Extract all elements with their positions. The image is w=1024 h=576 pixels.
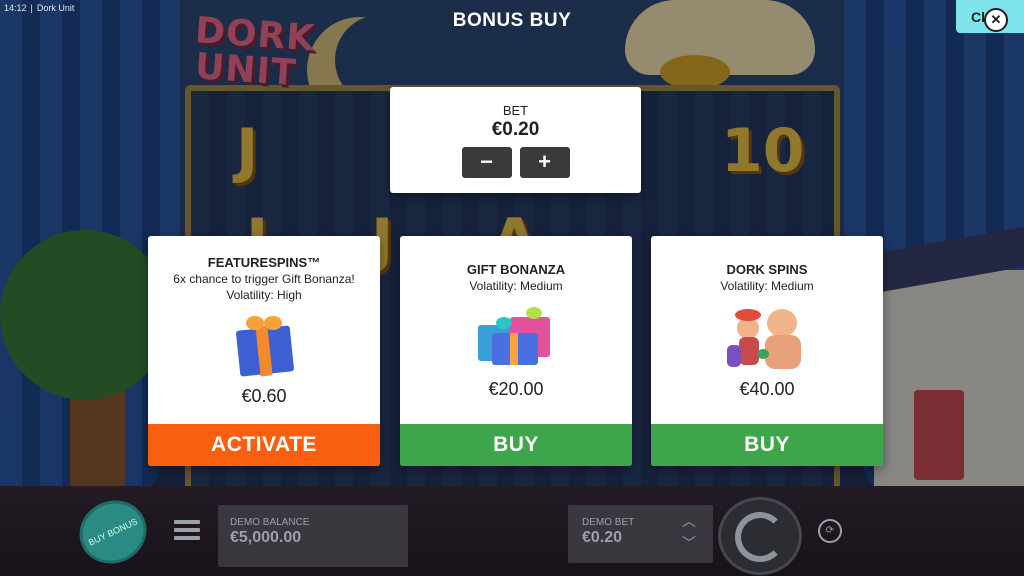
buy-bonus-label: BUY BONUS [86, 516, 140, 548]
bet-decrease-button[interactable]: − [461, 147, 512, 178]
gift-pile-icon [476, 307, 556, 379]
menu-icon[interactable] [174, 520, 200, 540]
offer-title: DORK SPINS [726, 262, 808, 277]
offer-price: €40.00 [739, 379, 795, 399]
hud-bet-label: DEMO BET [582, 517, 635, 528]
offer-title: GIFT BONANZA [466, 262, 566, 277]
bet-hud-panel: DEMO BET €0.20 ︿ ﹀ [568, 505, 713, 563]
offer-price: €0.60 [241, 386, 287, 406]
spin-icon [735, 512, 785, 562]
modal-title: BONUS BUY [452, 10, 572, 31]
bet-controls: − + [390, 147, 641, 178]
bet-increase-button[interactable]: + [519, 147, 570, 178]
hud-bet-value: €0.20 [582, 529, 623, 546]
offer-volatility: Volatility: Medium [720, 279, 814, 293]
buy-gift-bonanza-button[interactable]: BUY [400, 424, 632, 466]
bet-panel: BET €0.20 − + [390, 87, 641, 193]
offer-title: FEATURESPINS™ [207, 255, 321, 270]
activate-button[interactable]: ACTIVATE [148, 424, 380, 466]
offer-price: €20.00 [488, 379, 544, 399]
balance-label: DEMO BALANCE [230, 517, 310, 528]
clown-family-icon [727, 305, 807, 377]
autoplay-icon[interactable]: ⟳ [818, 519, 842, 543]
spin-button[interactable] [718, 497, 802, 575]
balance-panel: DEMO BALANCE €5,000.00 [218, 505, 408, 567]
bet-down-icon[interactable]: ﹀ [682, 533, 696, 553]
offer-card-dork-spins: DORK SPINS Volatility: Medium €40.00 BUY [651, 236, 883, 466]
offer-volatility: Volatility: Medium [469, 279, 563, 293]
close-icon[interactable]: ✕ [984, 8, 1008, 32]
bet-label: BET [502, 103, 529, 118]
bet-value: €0.20 [491, 119, 540, 140]
offer-subtitle: 6x chance to trigger Gift Bonanza! [173, 272, 355, 286]
bet-up-icon[interactable]: ︿ [682, 511, 696, 531]
offer-card-gift-bonanza: GIFT BONANZA Volatility: Medium €20.00 B… [400, 236, 632, 466]
single-gift-icon [224, 314, 304, 386]
balance-value: €5,000.00 [230, 529, 302, 546]
offer-card-featurespins: FEATURESPINS™ 6x chance to trigger Gift … [148, 236, 380, 466]
offer-volatility: Volatility: High [226, 288, 302, 302]
close-tab[interactable]: Clo ✕ [956, 0, 1024, 33]
buy-dork-spins-button[interactable]: BUY [651, 424, 883, 466]
